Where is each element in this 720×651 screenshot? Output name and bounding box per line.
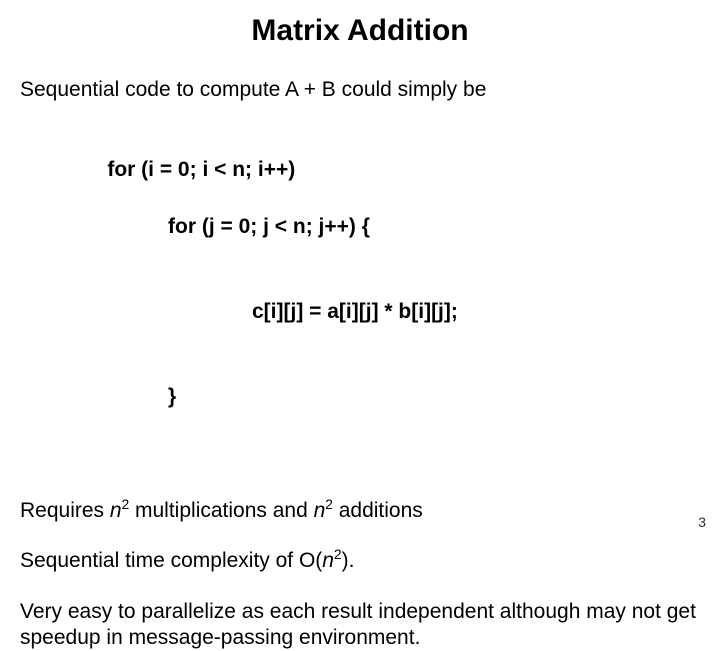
req-a: Requires xyxy=(20,499,110,522)
tc-b: ). xyxy=(342,549,355,572)
requires-text: Requires n2 multiplications and n2 addit… xyxy=(20,498,700,524)
intro-text: Sequential code to compute A + B could s… xyxy=(20,78,700,102)
req-c: additions xyxy=(333,499,423,522)
tc-e: 2 xyxy=(334,547,342,562)
req-n2: n xyxy=(314,499,326,522)
code-line-1: for (i = 0; i < n; i++) xyxy=(107,158,295,181)
slide-title: Matrix Addition xyxy=(20,14,700,48)
tc-a: Sequential time complexity of O( xyxy=(20,549,322,572)
slide: Matrix Addition Sequential code to compu… xyxy=(0,0,720,540)
code-line-2: for (j = 0; j < n; j++) { xyxy=(84,213,700,241)
code-line-4: } xyxy=(84,383,700,411)
tc-n: n xyxy=(322,549,334,572)
complexity-text: Sequential time complexity of O(n2). xyxy=(20,548,700,574)
req-b: multiplications and xyxy=(129,499,313,522)
code-line-3: c[i][j] = a[i][j] * b[i][j]; xyxy=(84,298,700,326)
req-n1: n xyxy=(110,499,122,522)
req-e2: 2 xyxy=(325,497,333,512)
page-number: 3 xyxy=(698,514,706,530)
code-block: for (i = 0; i < n; i++) for (j = 0; j < … xyxy=(84,128,700,468)
parallelize-text: Very easy to parallelize as each result … xyxy=(20,599,700,651)
